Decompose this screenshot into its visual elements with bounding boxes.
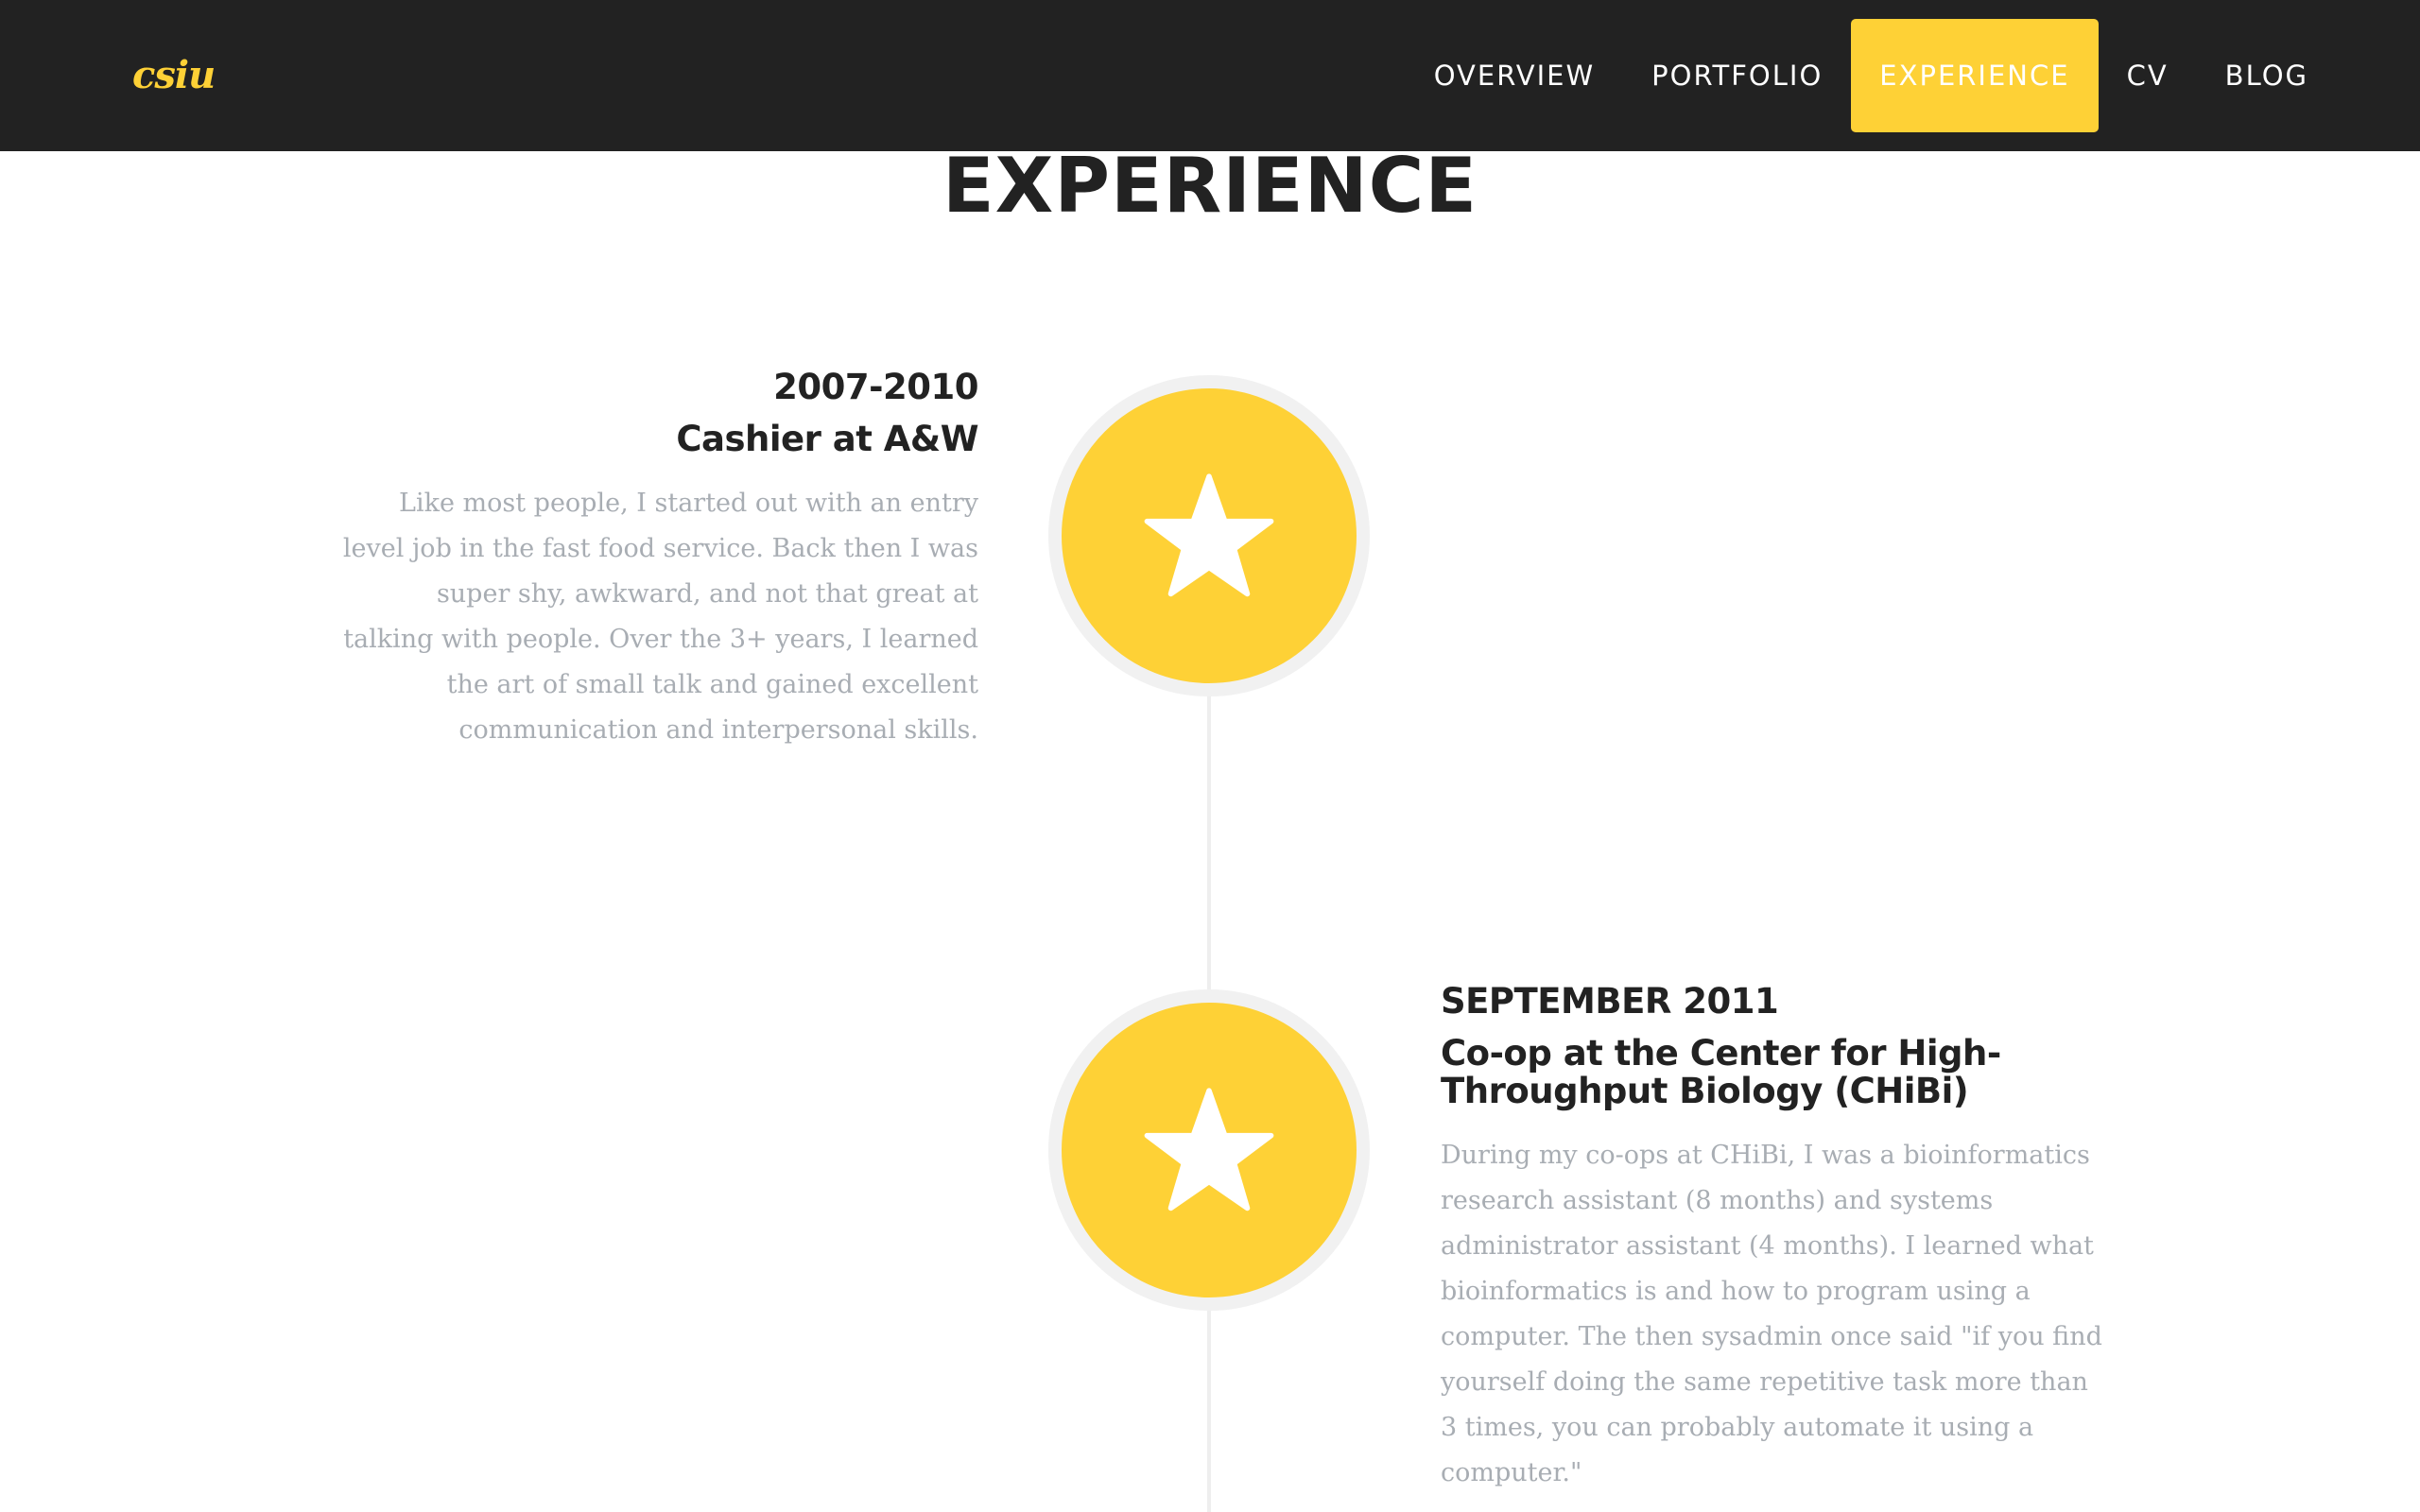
timeline-date: SEPTEMBER 2011 xyxy=(1441,981,1779,1022)
brand-logo[interactable]: csiu xyxy=(132,53,216,97)
star-icon xyxy=(1144,473,1274,597)
nav-item-blog[interactable]: BLOG xyxy=(2197,19,2337,132)
timeline-body: During my co-ops at CHiBi, I was a bioin… xyxy=(1441,1141,2102,1487)
timeline-panel-1: 2007-2010 Cashier at A&W Like most peopl… xyxy=(340,367,979,753)
timeline-title: Co-op at the Center for High-Throughput … xyxy=(1441,1033,2001,1111)
nav-item-overview[interactable]: OVERVIEW xyxy=(1406,19,1623,132)
timeline-date: 2007-2010 xyxy=(773,367,978,407)
timeline-image-1 xyxy=(1048,375,1370,696)
nav-links: OVERVIEW PORTFOLIO EXPERIENCE CV BLOG xyxy=(1406,19,2337,132)
nav-item-cv[interactable]: CV xyxy=(2099,19,2197,132)
timeline-panel-2: SEPTEMBER 2011 Co-op at the Center for H… xyxy=(1441,981,2102,1496)
nav-item-experience[interactable]: EXPERIENCE xyxy=(1851,19,2099,132)
timeline-image-2 xyxy=(1048,989,1370,1311)
timeline-title: Cashier at A&W xyxy=(676,419,978,459)
page-title: EXPERIENCE xyxy=(942,142,1478,230)
star-icon xyxy=(1144,1088,1274,1211)
navbar: csiu OVERVIEW PORTFOLIO EXPERIENCE CV BL… xyxy=(0,0,2420,151)
nav-item-portfolio[interactable]: PORTFOLIO xyxy=(1623,19,1851,132)
timeline-body: Like most people, I started out with an … xyxy=(342,489,978,745)
